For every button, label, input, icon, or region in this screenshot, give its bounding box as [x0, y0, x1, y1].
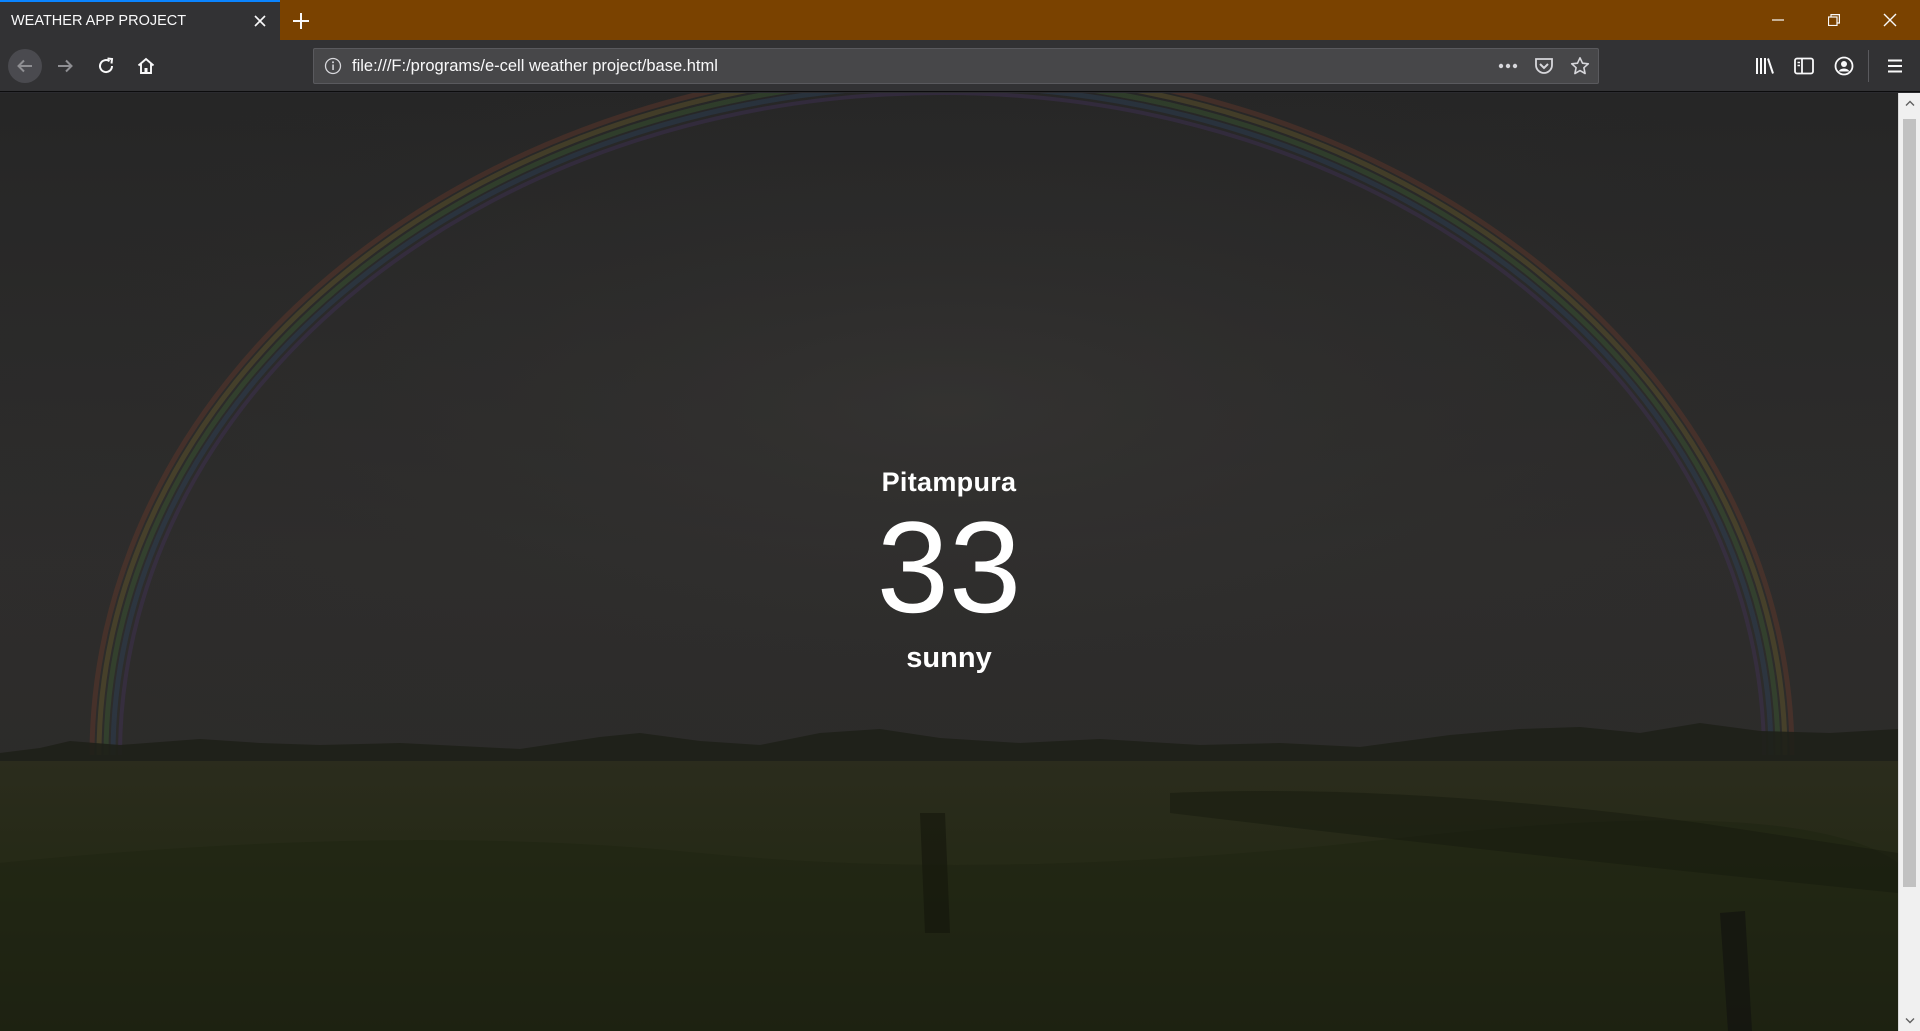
temperature-value: 33: [876, 494, 1022, 640]
url-bar[interactable]: file:///F:/programs/e-cell weather proje…: [313, 48, 1599, 84]
arrow-right-icon[interactable]: [48, 49, 82, 83]
weather-panel: Pitampura 33 sunny: [0, 93, 1898, 1031]
info-icon[interactable]: [314, 49, 352, 83]
account-icon[interactable]: [1827, 49, 1861, 83]
minimize-icon[interactable]: [1750, 0, 1806, 40]
close-icon[interactable]: [1862, 0, 1918, 40]
more-icon[interactable]: [1490, 49, 1526, 83]
pocket-icon[interactable]: [1526, 49, 1562, 83]
tab-bar: WEATHER APP PROJECT: [0, 0, 1920, 40]
scroll-thumb[interactable]: [1903, 119, 1916, 887]
close-icon[interactable]: [248, 9, 272, 33]
navigation-toolbar: file:///F:/programs/e-cell weather proje…: [0, 40, 1920, 92]
plus-icon[interactable]: [286, 6, 316, 36]
toolbar-separator: [1868, 50, 1869, 82]
sidebar-icon[interactable]: [1787, 49, 1821, 83]
scroll-up-icon[interactable]: [1899, 93, 1920, 113]
arrow-left-icon[interactable]: [8, 49, 42, 83]
page-viewport: Pitampura 33 sunny: [0, 93, 1898, 1031]
active-tab[interactable]: WEATHER APP PROJECT: [0, 0, 280, 40]
reload-icon[interactable]: [89, 49, 123, 83]
menu-icon[interactable]: [1878, 49, 1912, 83]
restore-icon[interactable]: [1806, 0, 1862, 40]
star-icon[interactable]: [1562, 49, 1598, 83]
home-icon[interactable]: [129, 49, 163, 83]
scroll-down-icon[interactable]: [1899, 1011, 1920, 1031]
weather-condition: sunny: [906, 642, 992, 674]
tab-title: WEATHER APP PROJECT: [11, 13, 187, 29]
library-icon[interactable]: [1748, 49, 1782, 83]
vertical-scrollbar[interactable]: [1898, 93, 1920, 1031]
url-text[interactable]: file:///F:/programs/e-cell weather proje…: [352, 57, 1490, 76]
